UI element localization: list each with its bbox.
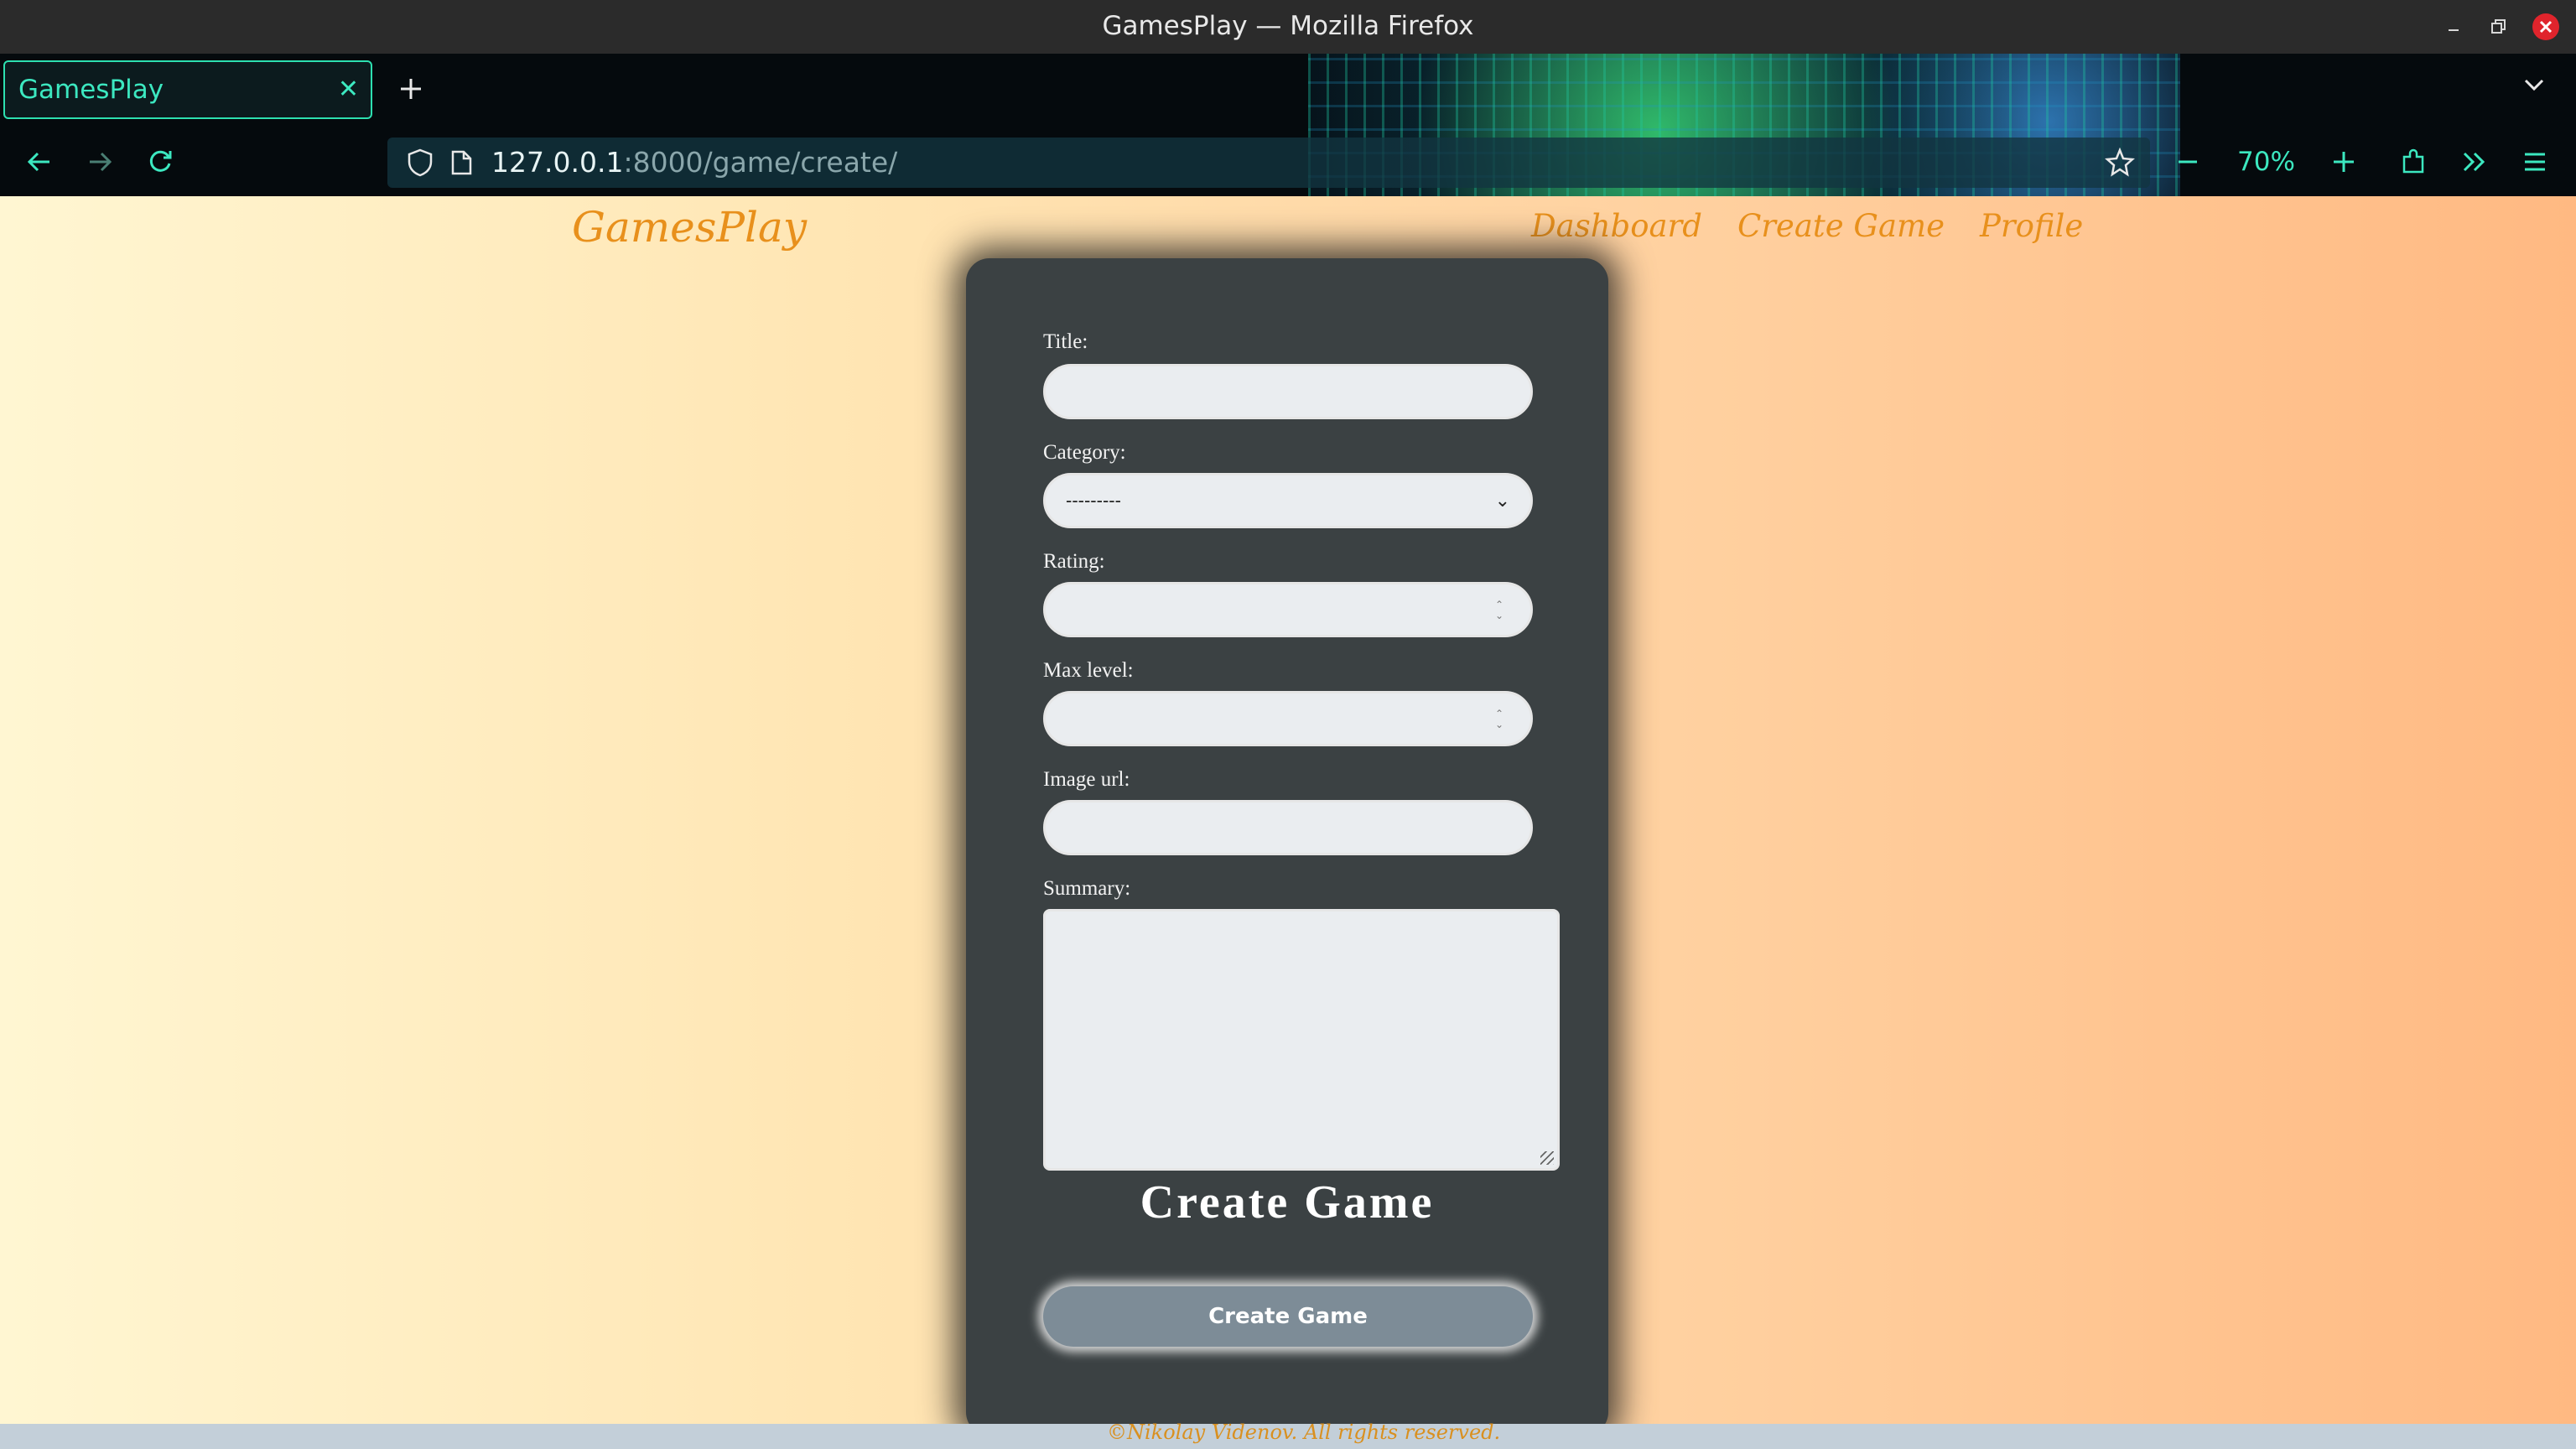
site-logo[interactable]: GamesPlay — [572, 203, 807, 252]
url-path: :8000/game/create/ — [623, 146, 898, 179]
app-menu-button[interactable] — [2516, 143, 2554, 181]
image-url-label: Image url: — [1043, 768, 1130, 791]
chevron-down-icon — [2524, 79, 2544, 91]
plus-icon — [2334, 152, 2354, 172]
minimize-icon — [2449, 29, 2459, 31]
max-level-label: Max level: — [1043, 659, 1134, 682]
tab-strip: GamesPlay ✕ — [0, 54, 2576, 127]
theme-background — [1308, 54, 2180, 127]
nav-link-create-game[interactable]: Create Game — [1737, 208, 1945, 244]
restore-window-button[interactable] — [2485, 13, 2512, 40]
image-url-input[interactable] — [1043, 800, 1533, 855]
close-icon — [2539, 20, 2553, 34]
reload-icon — [149, 150, 172, 172]
back-button[interactable] — [20, 143, 59, 181]
hamburger-menu-icon — [2525, 153, 2545, 171]
rating-input[interactable]: ⌃ ⌄ — [1043, 582, 1533, 637]
restore-icon — [2491, 19, 2506, 34]
tab-close-icon[interactable]: ✕ — [338, 62, 359, 117]
close-window-button[interactable] — [2532, 13, 2559, 40]
category-selected-value: --------- — [1066, 490, 1121, 511]
category-select[interactable]: --------- ⌄ — [1043, 473, 1533, 528]
spinner-icon[interactable]: ⌃ ⌄ — [1493, 709, 1505, 732]
chevron-down-icon: ⌄ — [1494, 490, 1510, 511]
url-bar[interactable]: 127.0.0.1:8000/game/create/ — [387, 138, 2150, 188]
category-label: Category: — [1043, 441, 1126, 464]
title-input[interactable] — [1043, 364, 1533, 419]
zoom-level[interactable]: 70% — [2237, 127, 2295, 196]
url-text[interactable]: 127.0.0.1:8000/game/create/ — [491, 138, 897, 188]
nav-link-dashboard[interactable]: Dashboard — [1531, 208, 1702, 244]
resize-grip-icon[interactable] — [1540, 1151, 1554, 1165]
new-tab-button[interactable] — [394, 64, 428, 114]
window-title: GamesPlay — Mozilla Firefox — [1102, 11, 1474, 41]
create-game-form: Title: Category: --------- ⌄ Rating: ⌃ ⌄ … — [966, 258, 1608, 1436]
rating-label: Rating: — [1043, 550, 1105, 573]
zoom-out-button[interactable] — [2168, 143, 2207, 181]
reload-button[interactable] — [141, 143, 179, 181]
title-label: Title: — [1043, 330, 1088, 353]
create-game-button[interactable]: Create Game — [1043, 1286, 1533, 1347]
arrow-left-icon — [27, 152, 49, 172]
site-navigation: Dashboard Create Game Profile — [1531, 208, 2083, 244]
puzzle-icon — [2402, 148, 2424, 174]
arrow-right-icon — [90, 152, 112, 172]
list-all-tabs-button[interactable] — [2517, 69, 2551, 102]
shield-icon[interactable] — [406, 148, 434, 181]
minimize-window-button[interactable] — [2440, 13, 2467, 40]
summary-textarea[interactable] — [1043, 909, 1560, 1171]
forward-button[interactable] — [80, 143, 119, 181]
plus-icon — [401, 79, 421, 99]
spinner-icon[interactable]: ⌃ ⌄ — [1493, 600, 1505, 623]
nav-link-profile[interactable]: Profile — [1980, 208, 2083, 244]
zoom-in-button[interactable] — [2324, 143, 2363, 181]
navigation-toolbar: 127.0.0.1:8000/game/create/ 70% — [0, 127, 2576, 196]
max-level-input[interactable]: ⌃ ⌄ — [1043, 691, 1533, 746]
page-content: GamesPlay Dashboard Create Game Profile … — [0, 196, 2576, 1449]
summary-label: Summary: — [1043, 877, 1131, 900]
footer-copyright: ©Nikolay Videnov. All rights reserved. — [1107, 1420, 1501, 1444]
minus-icon — [2179, 160, 2197, 164]
chevron-double-right-icon — [2463, 152, 2485, 172]
window-titlebar: GamesPlay — Mozilla Firefox — [0, 0, 2576, 54]
form-heading: Create Game — [1140, 1176, 1435, 1228]
tab-title: GamesPlay — [18, 75, 164, 105]
extensions-button[interactable] — [2395, 143, 2433, 181]
url-host: 127.0.0.1 — [491, 146, 624, 179]
page-icon[interactable] — [449, 149, 473, 179]
star-icon[interactable] — [2104, 147, 2136, 181]
tab-gamesplay[interactable]: GamesPlay ✕ — [3, 60, 372, 119]
overflow-menu-button[interactable] — [2455, 143, 2494, 181]
